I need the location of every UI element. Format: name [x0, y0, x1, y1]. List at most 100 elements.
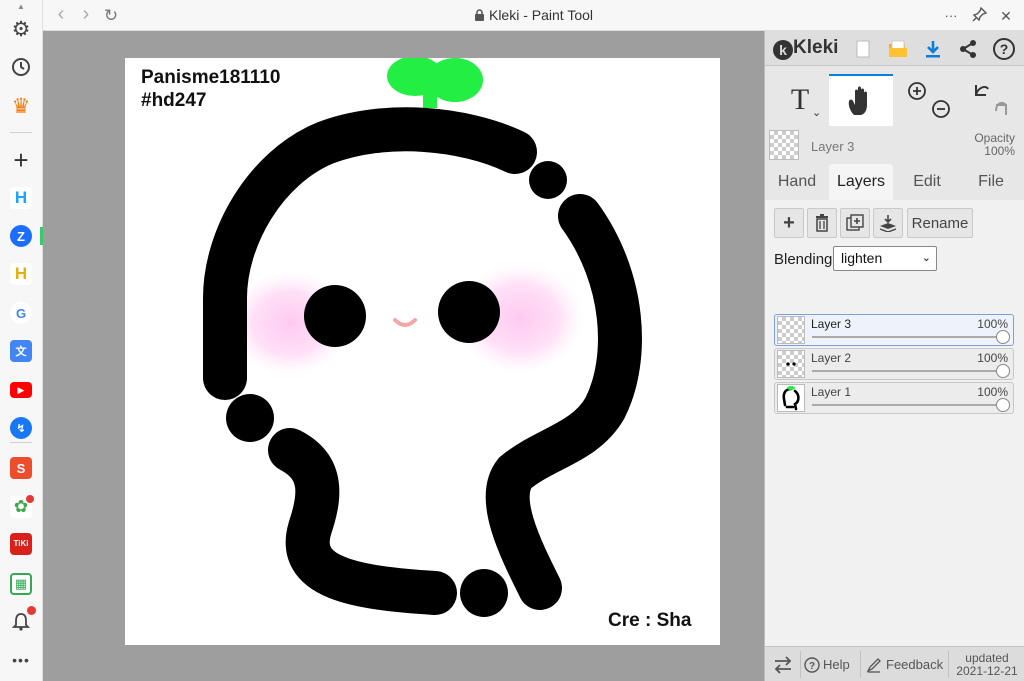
- outline-bottom-left: [268, 428, 457, 615]
- help-label: Help: [823, 657, 850, 672]
- open-folder-icon[interactable]: [885, 36, 911, 62]
- outline-dot-bottom: [460, 569, 508, 617]
- app-window: ▲ ⚙ ♛ + H Z H G 文 ▶ ↯ S ✿ TiKi ▦ ••• ‹ ›…: [0, 0, 1024, 681]
- svg-text:?: ?: [809, 661, 815, 672]
- layer-name: Layer 3: [811, 317, 852, 331]
- blending-select[interactable]: lighten ⌄: [833, 246, 937, 271]
- chevron-down-icon[interactable]: ⌄: [812, 106, 821, 119]
- h-app-2-icon[interactable]: H: [8, 261, 34, 287]
- crown-icon[interactable]: ♛: [8, 93, 34, 119]
- pin-icon[interactable]: [970, 6, 990, 26]
- tab-file[interactable]: File: [961, 164, 1021, 200]
- layer-opacity-slider[interactable]: [812, 404, 1001, 406]
- lock-icon: [474, 9, 484, 21]
- messenger-icon[interactable]: ↯: [8, 415, 34, 441]
- feedback-label: Feedback: [886, 657, 944, 672]
- kleki-logo[interactable]: k Kleki: [773, 37, 838, 60]
- opacity-readout: Opacity 100%: [974, 132, 1015, 158]
- swap-sides-icon[interactable]: [773, 647, 795, 681]
- sidebar-divider-2: [10, 442, 32, 443]
- opacity-value: 100%: [984, 144, 1015, 158]
- youtube-icon[interactable]: ▶: [8, 377, 34, 403]
- updated-date: 2021-12-21: [956, 664, 1018, 678]
- bell-badge: [27, 606, 36, 615]
- text-tool-label: T: [790, 83, 810, 116]
- hand-tool[interactable]: [829, 74, 893, 126]
- duplicate-icon: [846, 214, 864, 231]
- layer-opacity-knob[interactable]: [996, 364, 1010, 378]
- scroll-up-icon[interactable]: ▲: [17, 2, 25, 11]
- history-icon[interactable]: [8, 54, 34, 80]
- settings-icon[interactable]: ⚙: [8, 16, 34, 42]
- canvas-workspace[interactable]: Panisme181110 #hd247 Cre : Sha: [43, 31, 764, 681]
- panel-header: k Kleki ?: [765, 31, 1024, 66]
- help-link[interactable]: ? Help: [804, 647, 850, 681]
- more-icon[interactable]: •••: [8, 647, 34, 673]
- hand-icon: [848, 86, 867, 115]
- add-app-icon[interactable]: +: [8, 145, 34, 175]
- layer-opacity-slider[interactable]: [812, 336, 1001, 338]
- current-layer-name: Layer 3: [811, 139, 855, 154]
- drawing-canvas[interactable]: Panisme181110 #hd247 Cre : Sha: [125, 58, 720, 645]
- new-file-icon[interactable]: [850, 36, 876, 62]
- trash-icon: [816, 214, 828, 232]
- footer-divider: [800, 651, 801, 678]
- updated-info: updated 2021-12-21: [951, 652, 1023, 678]
- layer-opacity: 100%: [977, 317, 1008, 331]
- page-title-text: Kleki - Paint Tool: [488, 7, 593, 23]
- left-eye: [304, 285, 366, 347]
- kleki-logo-icon: k: [773, 40, 793, 60]
- layer-thumb: [777, 384, 805, 412]
- share-icon[interactable]: [955, 36, 981, 62]
- sheets-icon[interactable]: ▦: [8, 571, 34, 597]
- more-options-icon[interactable]: ···: [941, 6, 961, 26]
- title-bar: ‹ › ↻ Kleki - Paint Tool ··· ✕: [43, 0, 1024, 31]
- duplicate-layer-button[interactable]: [840, 208, 870, 238]
- drawing-artwork: [203, 58, 642, 617]
- layer-opacity-slider[interactable]: [812, 370, 1001, 372]
- browser-sidebar: ▲ ⚙ ♛ + H Z H G 文 ▶ ↯ S ✿ TiKi ▦ •••: [0, 0, 43, 681]
- layer-item[interactable]: Layer 2 100%: [774, 348, 1014, 380]
- tab-layers[interactable]: Layers: [829, 164, 893, 200]
- feedback-icon: [866, 657, 881, 673]
- sidebar-divider: [10, 132, 32, 133]
- layer-item[interactable]: Layer 1 100%: [774, 382, 1014, 414]
- layer-name: Layer 2: [811, 351, 852, 365]
- current-layer-thumb: [769, 130, 799, 160]
- footer-divider: [860, 651, 861, 678]
- panel-tabs: Hand Layers Edit File: [765, 164, 1024, 200]
- rename-layer-button[interactable]: Rename: [907, 208, 973, 238]
- current-layer-info: Layer 3 Opacity 100%: [765, 128, 1024, 162]
- tiki-icon[interactable]: TiKi: [8, 531, 34, 557]
- blending-value: lighten: [841, 250, 883, 266]
- zoom-controls: [898, 74, 958, 126]
- mouth: [393, 318, 417, 327]
- help-icon: ?: [804, 656, 820, 673]
- google-icon[interactable]: G: [8, 300, 34, 326]
- zalo-icon[interactable]: Z: [8, 223, 34, 249]
- outline-dot-top: [529, 161, 567, 199]
- help-circle-icon[interactable]: ?: [991, 36, 1017, 62]
- close-icon[interactable]: ✕: [996, 6, 1016, 26]
- download-icon[interactable]: [920, 36, 946, 62]
- merge-down-icon: [879, 215, 897, 232]
- h-app-icon[interactable]: H: [8, 185, 34, 211]
- sprout-stem: [423, 88, 437, 108]
- layer-opacity-knob[interactable]: [996, 330, 1010, 344]
- chevron-down-icon: ⌄: [921, 252, 931, 264]
- feedback-link[interactable]: Feedback: [866, 647, 943, 681]
- delete-layer-button[interactable]: [807, 208, 837, 238]
- translate-icon[interactable]: 文: [8, 338, 34, 364]
- tab-hand[interactable]: Hand: [767, 164, 827, 200]
- add-layer-button[interactable]: +: [774, 208, 804, 238]
- merge-layer-button[interactable]: [873, 208, 903, 238]
- right-eye: [438, 281, 500, 343]
- tool-panel: k Kleki ? T ⌄ Layer 3 Opacity 100% Hand …: [764, 31, 1024, 681]
- shopee-icon[interactable]: S: [8, 455, 34, 481]
- layer-opacity-knob[interactable]: [996, 398, 1010, 412]
- undo-redo-controls: [963, 74, 1019, 126]
- layer-thumb: [777, 316, 805, 344]
- tab-edit[interactable]: Edit: [897, 164, 957, 200]
- layer-thumb: [777, 350, 805, 378]
- layer-item[interactable]: Layer 3 100%: [774, 314, 1014, 346]
